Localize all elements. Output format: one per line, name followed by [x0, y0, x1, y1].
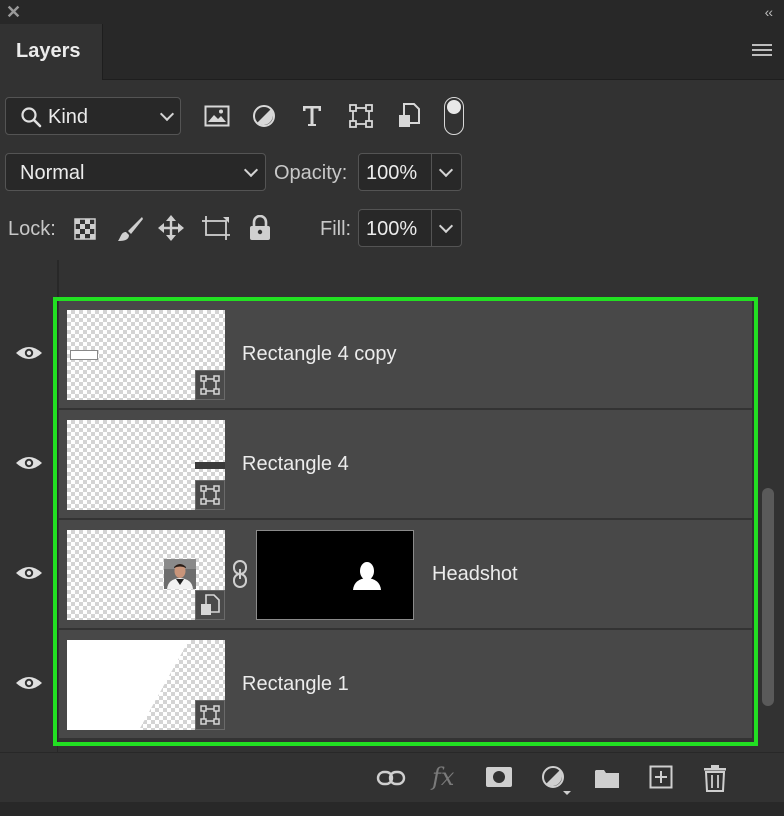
layer-row[interactable]: Headshot	[59, 520, 752, 630]
collapse-panel-button[interactable]: ‹‹	[765, 3, 773, 21]
chevron-down-icon	[243, 162, 259, 178]
layers-list: Rectangle 4 copy Rectangle 4 Headshot Re…	[0, 260, 784, 752]
layer-name: Rectangle 1	[242, 673, 349, 695]
shape-icon	[195, 480, 225, 510]
layer-style-fx-icon[interactable]: fx	[432, 763, 454, 791]
layer-thumbnail	[67, 420, 225, 510]
layer-name: Rectangle 4 copy	[242, 343, 397, 365]
opacity-label: Opacity:	[274, 162, 348, 184]
smart-object-filter-icon[interactable]	[398, 103, 420, 129]
chevron-down-icon	[159, 106, 175, 122]
new-layer-icon[interactable]	[649, 765, 673, 789]
fill-dropdown-button[interactable]	[432, 209, 462, 247]
opacity-input[interactable]: 100%	[358, 153, 432, 191]
kind-filter-dropdown[interactable]: Kind	[5, 97, 181, 135]
chevron-down-icon	[438, 218, 454, 234]
lock-image-pixels-icon[interactable]	[116, 215, 144, 243]
tab-bar: Layers	[0, 24, 784, 80]
shape-icon	[195, 700, 225, 730]
new-group-folder-icon[interactable]	[594, 767, 620, 789]
smart-object-icon	[195, 590, 225, 620]
link-layers-icon[interactable]	[376, 768, 406, 788]
panel-top-bar: ✕ ‹‹	[0, 0, 784, 24]
lock-position-icon[interactable]	[157, 214, 185, 242]
eye-icon[interactable]	[15, 345, 43, 361]
adjustment-layer-filter-icon[interactable]	[252, 104, 276, 128]
blend-row: Normal Opacity: 100%	[0, 153, 784, 193]
layers-scrollbar[interactable]	[762, 488, 774, 706]
tab-layers[interactable]: Layers	[0, 24, 103, 80]
layers-list-top	[58, 260, 752, 298]
dark-rectangle-preview	[195, 462, 225, 469]
panel-menu-icon[interactable]	[752, 44, 772, 58]
lock-label: Lock:	[8, 218, 56, 240]
toggle-knob	[447, 100, 461, 114]
layer-thumbnail	[67, 310, 225, 400]
layer-row[interactable]: Rectangle 1	[59, 630, 752, 740]
opacity-value: 100%	[366, 162, 418, 184]
shape-icon	[195, 370, 225, 400]
person-silhouette-icon	[353, 562, 381, 590]
blend-mode-dropdown[interactable]: Normal	[5, 153, 266, 191]
filter-row: Kind	[0, 97, 784, 137]
resize-grip-strip[interactable]	[0, 802, 784, 816]
tab-layers-label: Layers	[16, 40, 81, 62]
close-panel-button[interactable]: ✕	[6, 2, 21, 22]
lock-transparent-pixels-icon[interactable]	[74, 218, 96, 240]
lock-all-icon[interactable]	[249, 215, 271, 241]
add-mask-icon[interactable]	[486, 767, 512, 787]
lock-row: Lock: Fill: 100%	[0, 209, 784, 249]
new-adjustment-layer-icon[interactable]	[541, 765, 573, 795]
pixel-layer-filter-icon[interactable]	[204, 105, 230, 127]
layer-row[interactable]: Rectangle 4	[59, 410, 752, 520]
white-rectangle-preview	[70, 350, 98, 360]
delete-layer-trash-icon[interactable]	[703, 764, 727, 792]
layer-thumbnail	[67, 640, 225, 730]
blend-mode-value: Normal	[20, 162, 85, 184]
bottom-toolbar: fx	[0, 752, 784, 802]
kind-filter-label: Kind	[48, 106, 89, 128]
type-layer-filter-icon[interactable]	[301, 104, 323, 128]
search-icon	[21, 107, 42, 128]
eye-icon[interactable]	[15, 565, 43, 581]
layer-mask-thumbnail[interactable]	[256, 530, 414, 620]
lock-artboard-icon[interactable]	[201, 215, 231, 241]
filter-toggle-switch[interactable]	[444, 97, 464, 135]
eye-icon[interactable]	[15, 455, 43, 471]
fill-input[interactable]: 100%	[358, 209, 432, 247]
layer-row[interactable]: Rectangle 4 copy	[59, 300, 752, 410]
opacity-dropdown-button[interactable]	[432, 153, 462, 191]
link-chain-icon[interactable]	[231, 559, 249, 589]
chevron-down-icon	[438, 162, 454, 178]
eye-icon[interactable]	[15, 675, 43, 691]
layer-name: Headshot	[432, 563, 518, 585]
layer-name: Rectangle 4	[242, 453, 349, 475]
fill-label: Fill:	[320, 218, 352, 240]
shape-layer-filter-icon[interactable]	[349, 104, 373, 128]
layer-thumbnail	[67, 530, 225, 620]
fill-value: 100%	[366, 218, 418, 240]
headshot-photo-preview	[164, 559, 196, 589]
